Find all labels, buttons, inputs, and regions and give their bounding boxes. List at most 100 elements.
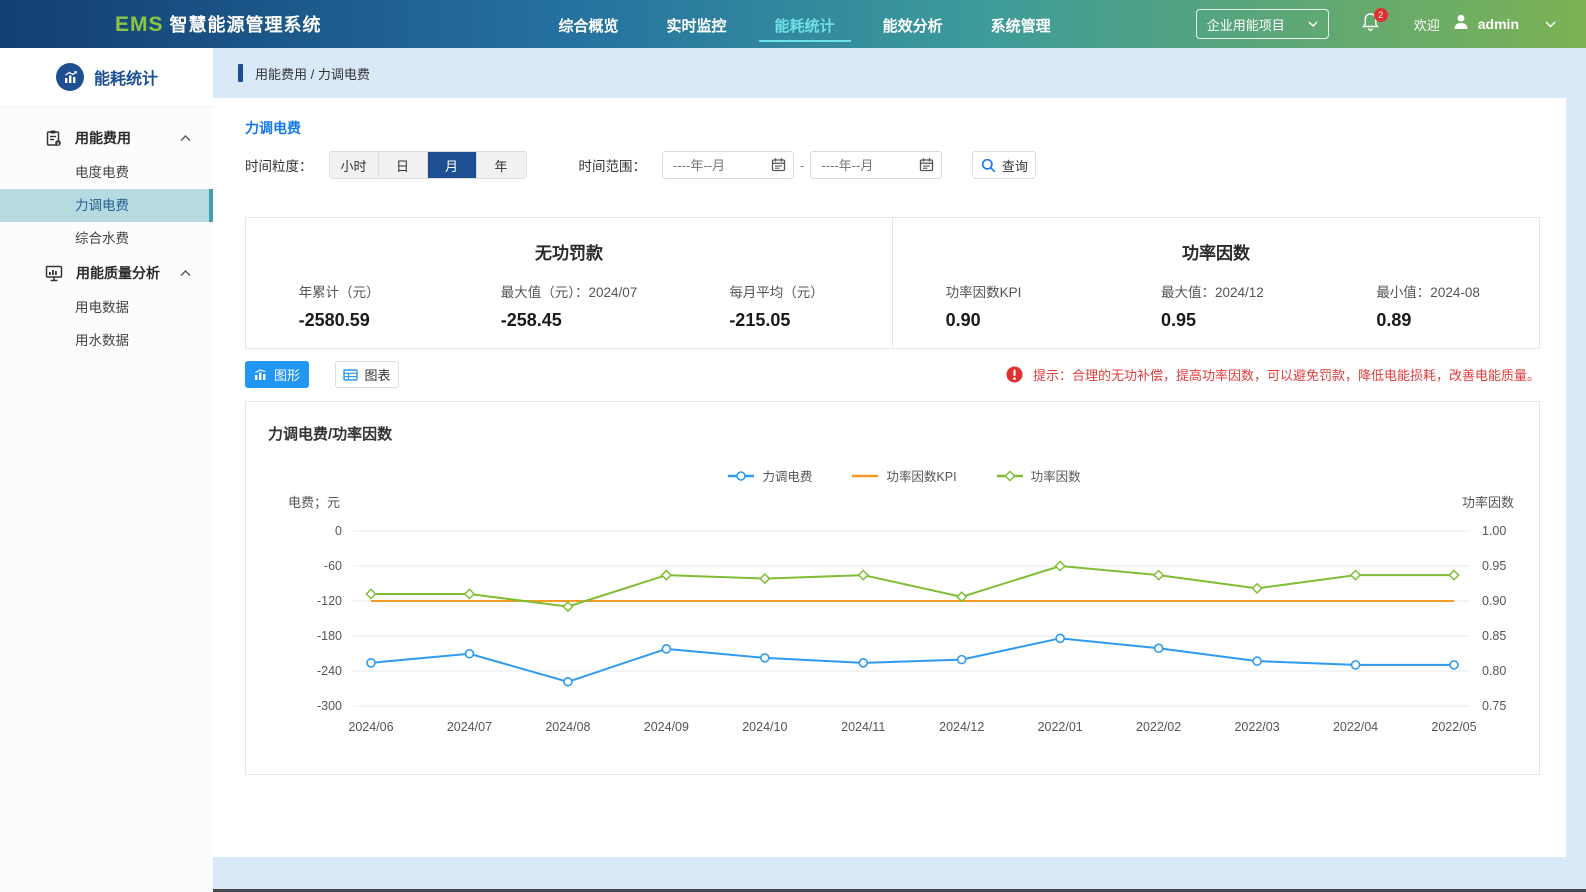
granularity-label: 时间粒度： bbox=[245, 155, 313, 175]
power-factor-stats: 功率因数 功率因数KPI 0.90 最大值：2024/12 0.95 最小值：2… bbox=[892, 218, 1539, 348]
search-button-label: 查询 bbox=[1002, 156, 1028, 175]
svg-text:电费；元: 电费；元 bbox=[288, 495, 340, 511]
sidebar-group-quality-analysis[interactable]: 用能质量分析 bbox=[0, 255, 213, 291]
user-avatar-icon[interactable] bbox=[1452, 13, 1470, 36]
stat-label: 年累计（元） bbox=[299, 281, 409, 301]
stat-value: -258.45 bbox=[501, 310, 638, 331]
sidebar-header: 能耗统计 bbox=[0, 48, 213, 106]
svg-text:2024/06: 2024/06 bbox=[348, 720, 393, 734]
sidebar-group-label: 用能费用 bbox=[75, 128, 180, 148]
legend-item[interactable]: 力调电费 bbox=[726, 466, 812, 485]
date-start-box bbox=[662, 151, 794, 179]
legend-marker-icon bbox=[995, 470, 1025, 482]
nav-item-energy-stats[interactable]: 能耗统计 bbox=[773, 1, 837, 47]
table-view-button[interactable]: 图表 bbox=[335, 361, 399, 388]
username[interactable]: admin bbox=[1478, 16, 1519, 32]
nav-item-efficiency[interactable]: 能效分析 bbox=[881, 1, 945, 47]
sidebar-item-power-adjust-fee[interactable]: 力调电费 bbox=[0, 189, 213, 222]
nav-item-overview[interactable]: 综合概览 bbox=[557, 1, 621, 47]
svg-text:2024/12: 2024/12 bbox=[939, 720, 984, 734]
sidebar-item-water-data[interactable]: 用水数据 bbox=[0, 324, 213, 357]
svg-text:2024/08: 2024/08 bbox=[545, 720, 590, 734]
logo-title: 智慧能源管理系统 bbox=[170, 11, 322, 37]
granularity-month-button[interactable]: 月 bbox=[428, 152, 477, 178]
sidebar-title: 能耗统计 bbox=[94, 65, 158, 89]
chevron-up-icon bbox=[180, 270, 191, 277]
stat-label: 功率因数KPI bbox=[946, 281, 1056, 301]
calendar-icon[interactable] bbox=[919, 157, 934, 172]
chart-title: 力调电费/功率因数 bbox=[268, 423, 1539, 444]
svg-text:2024/10: 2024/10 bbox=[742, 720, 787, 734]
main-nav: 综合概览 实时监控 能耗统计 能效分析 系统管理 bbox=[557, 1, 1053, 47]
svg-text:2024/09: 2024/09 bbox=[644, 720, 689, 734]
warning-icon bbox=[1006, 366, 1023, 383]
chart-card: 力调电费/功率因数 力调电费 功率因数KPI 功率因数 电费；元 功率因数 0 1.00 -… bbox=[245, 401, 1540, 775]
legend-item[interactable]: 功率因数KPI bbox=[850, 466, 956, 485]
bar-chart-icon bbox=[254, 369, 268, 381]
power-factor-title: 功率因数 bbox=[893, 239, 1539, 264]
graph-view-label: 图形 bbox=[274, 365, 300, 384]
chevron-down-icon bbox=[1308, 21, 1318, 27]
calendar-icon[interactable] bbox=[771, 157, 786, 172]
sidebar-item-electric-data[interactable]: 用电数据 bbox=[0, 291, 213, 324]
granularity-day-button[interactable]: 日 bbox=[379, 152, 428, 178]
date-end-box bbox=[810, 151, 942, 179]
welcome-text: 欢迎 bbox=[1414, 15, 1440, 34]
svg-text:2024/11: 2024/11 bbox=[841, 720, 885, 734]
svg-text:2022/05: 2022/05 bbox=[1431, 720, 1476, 734]
notification-bell[interactable]: 2 bbox=[1361, 12, 1380, 37]
tip: 提示：合理的无功补偿，提高功率因数，可以避免罚款，降低电能损耗，改善电能质量。 bbox=[1006, 365, 1540, 384]
stat-value: 0.89 bbox=[1376, 310, 1486, 331]
svg-text:0.75: 0.75 bbox=[1482, 699, 1506, 713]
sidebar-item-water-fee[interactable]: 综合水费 bbox=[0, 222, 213, 255]
stats-card: 无功罚款 年累计（元） -2580.59 最大值（元）：2024/07 -258… bbox=[245, 217, 1540, 349]
svg-text:2024/07: 2024/07 bbox=[447, 720, 492, 734]
sidebar-item-electricity-fee[interactable]: 电度电费 bbox=[0, 156, 213, 189]
svg-text:0.90: 0.90 bbox=[1482, 594, 1506, 608]
granularity-hour-button[interactable]: 小时 bbox=[330, 152, 379, 178]
svg-text:功率因数: 功率因数 bbox=[1462, 495, 1514, 510]
sidebar: 能耗统计 ¥ 用能费用 电度电费 力调电费 综合水费 bbox=[0, 48, 213, 892]
notification-badge: 2 bbox=[1374, 8, 1388, 22]
stat-label: 最大值：2024/12 bbox=[1161, 281, 1271, 301]
nav-item-realtime[interactable]: 实时监控 bbox=[665, 1, 729, 47]
legend-marker-icon bbox=[850, 470, 880, 482]
toolbar-row: 图形 图表 提示：合理的无功补偿，提高功率因数，可以避免罚款， bbox=[245, 361, 1540, 388]
logo-abbr: EMS bbox=[115, 13, 164, 37]
legend-item[interactable]: 功率因数 bbox=[995, 466, 1081, 485]
line-chart[interactable]: 电费；元功率因数01.00-600.95-1200.90-1800.85-240… bbox=[268, 491, 1518, 745]
stat-label: 最大值（元）：2024/07 bbox=[501, 281, 638, 301]
granularity-year-button[interactable]: 年 bbox=[477, 152, 526, 178]
legend-label: 功率因数 bbox=[1031, 466, 1081, 485]
table-view-label: 图表 bbox=[364, 365, 390, 384]
sidebar-group-label: 用能质量分析 bbox=[76, 263, 180, 283]
sidebar-group-energy-cost[interactable]: ¥ 用能费用 bbox=[0, 120, 213, 156]
legend-marker-icon bbox=[726, 470, 756, 482]
user-menu-chevron-icon[interactable] bbox=[1545, 21, 1556, 28]
project-selector[interactable]: 企业用能项目 bbox=[1196, 9, 1329, 39]
stat-label: 每月平均（元） bbox=[729, 281, 839, 301]
breadcrumb-text: 用能费用 / 力调电费 bbox=[255, 64, 370, 83]
energy-stats-icon bbox=[56, 63, 84, 91]
svg-text:0.95: 0.95 bbox=[1482, 559, 1506, 573]
stat-value: 0.90 bbox=[946, 310, 1056, 331]
svg-text:1.00: 1.00 bbox=[1482, 524, 1506, 538]
nav-item-system[interactable]: 系统管理 bbox=[989, 1, 1053, 47]
content-panel: 力调电费 时间粒度： 小时 日 月 年 时间范围： bbox=[213, 98, 1566, 857]
svg-text:2022/02: 2022/02 bbox=[1136, 720, 1181, 734]
svg-text:2022/01: 2022/01 bbox=[1038, 720, 1083, 734]
chart-legend: 力调电费 功率因数KPI 功率因数 bbox=[268, 466, 1539, 485]
search-button[interactable]: 查询 bbox=[972, 151, 1036, 179]
range-separator: - bbox=[800, 158, 804, 173]
sidebar-menu: ¥ 用能费用 电度电费 力调电费 综合水费 用能质量分析 bbox=[0, 106, 213, 892]
range-label: 时间范围： bbox=[579, 155, 647, 175]
svg-text:0: 0 bbox=[335, 524, 342, 538]
search-icon bbox=[981, 158, 996, 173]
svg-text:-300: -300 bbox=[317, 699, 342, 713]
graph-view-button[interactable]: 图形 bbox=[245, 361, 309, 388]
svg-text:-180: -180 bbox=[317, 629, 342, 643]
svg-text:-60: -60 bbox=[324, 559, 342, 573]
svg-text:-120: -120 bbox=[317, 594, 342, 608]
project-selector-value: 企业用能项目 bbox=[1207, 15, 1308, 34]
chevron-up-icon bbox=[180, 135, 191, 142]
